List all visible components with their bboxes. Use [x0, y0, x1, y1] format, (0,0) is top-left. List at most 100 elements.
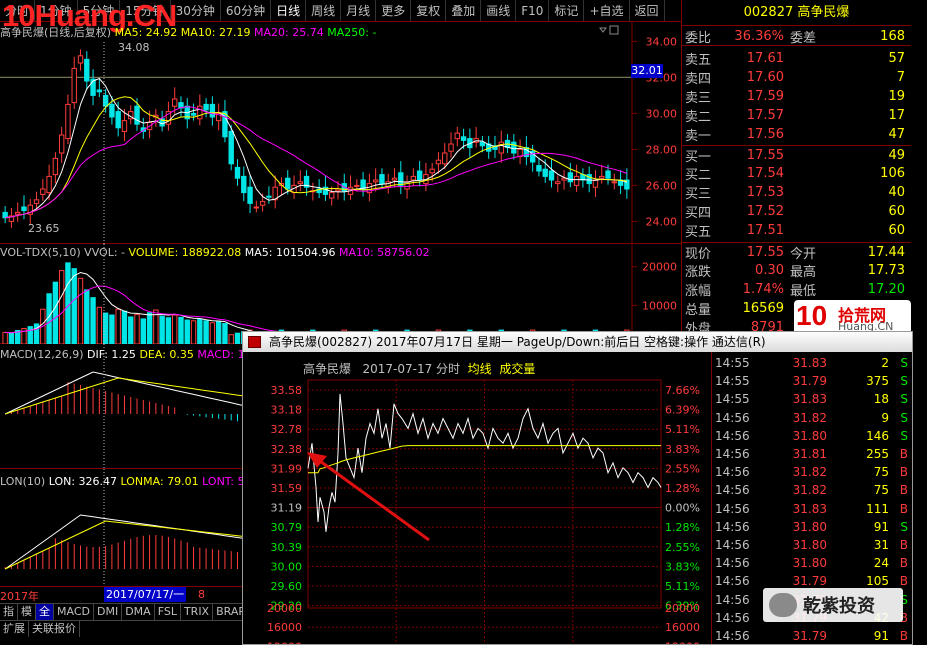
price-tick-label: 30.00: [271, 560, 303, 573]
pct-tick-label: 1.28%: [665, 482, 700, 495]
volume-bar: [115, 308, 121, 344]
ask-volume: 17: [888, 108, 905, 123]
indicator-tab-4[interactable]: DMI: [93, 604, 123, 620]
price-tick-label: 31.99: [271, 462, 303, 475]
volume-bar: [121, 310, 128, 344]
toolbar-item-10[interactable]: 复权: [411, 0, 447, 21]
stat-value-2: 17.73: [867, 263, 905, 278]
intraday-chart: 33.58 33.18 32.78 32.38 31.99 31.59 31.19 30.79…: [267, 379, 700, 644]
candle-body: [172, 98, 178, 107]
candle-body: [297, 181, 303, 185]
tick-price: 31.80: [792, 538, 827, 552]
tick-price: 31.83: [792, 392, 827, 407]
candle-body: [46, 175, 52, 194]
extra-tab-1[interactable]: 关联报价: [29, 621, 80, 637]
bid-price: 17.53: [746, 185, 784, 200]
stat-value: 1.74%: [742, 282, 784, 297]
lon-panel[interactable]: LON(10) LON: 326.47 LONMA: 79.01 LONT: 5: [0, 469, 242, 586]
tick-volume: 105: [866, 574, 889, 589]
volume-bar: [234, 332, 241, 344]
candle-body: [134, 105, 140, 125]
volume-bar: [58, 270, 65, 344]
tick-price: 31.79: [792, 574, 827, 589]
tick-volume: 91: [873, 629, 889, 643]
kline-panel[interactable]: 高争民爆(日线,后复权) MA5: 24.92 MA10: 27.19 MA20…: [0, 22, 681, 244]
volume-panel[interactable]: VOL-TDX(5,10) VVOL: - VOLUME: 188922.08 …: [0, 244, 681, 344]
candle-body: [542, 168, 548, 177]
ask-row: 卖五 17.61 57: [682, 49, 911, 68]
tick-row: 14:56 31.80 146 S: [713, 427, 912, 445]
candle-body: [33, 199, 40, 204]
volume-bar: [165, 317, 172, 344]
macd-panel[interactable]: MACD(12,26,9) DIF: 1.25 DEA: 0.35 MACD: …: [0, 344, 242, 469]
price-line: [307, 393, 662, 532]
tick-time: 14:55: [715, 356, 750, 370]
pct-tick-label: 3.83%: [665, 443, 700, 456]
candle-body: [247, 186, 253, 204]
tick-row: 14:56 31.80 31 B: [713, 536, 912, 554]
candle-body: [429, 168, 435, 174]
toolbar-item-4[interactable]: 30分钟: [171, 0, 221, 21]
vol-tick-label: 12000: [267, 640, 302, 644]
tick-price: 31.79: [792, 629, 827, 643]
toolbar-item-6[interactable]: 日线: [271, 0, 307, 21]
lon-chart: [4, 469, 242, 586]
volume-bar: [134, 314, 140, 344]
indicator-tab-2[interactable]: 全部: [36, 604, 54, 634]
volume-bar: [178, 316, 184, 344]
intraday-titlebar[interactable]: 高争民爆(002827) 2017年07月17日 星期一 PageUp/Down…: [243, 332, 912, 352]
volume-chart: 20000 10000: [2, 244, 677, 344]
candle-body: [410, 175, 417, 181]
dea-line: [4, 377, 242, 415]
tick-price: 31.80: [792, 556, 827, 571]
candle-body: [416, 170, 423, 181]
volume-bar: [215, 321, 222, 344]
candle-body: [228, 130, 234, 165]
tick-volume: 375: [866, 374, 889, 389]
bid-row: 买五 17.51 60: [682, 221, 911, 240]
intraday-window[interactable]: 高争民爆(002827) 2017年07月17日 星期一 PageUp/Down…: [242, 331, 913, 645]
tick-row: 14:56 31.83 111 B: [713, 500, 912, 518]
tick-time: 14:56: [715, 610, 750, 625]
toolbar-item-5[interactable]: 60分钟: [221, 0, 272, 21]
tick-flag: S: [900, 356, 908, 370]
tick-price: 31.82: [792, 465, 827, 480]
tick-time: 14:56: [715, 465, 750, 480]
vol-tick-label: 20000: [642, 261, 677, 274]
stat-label: 现价: [685, 246, 712, 262]
extra-tab-0[interactable]: 扩展: [0, 621, 29, 637]
toolbar-item-14[interactable]: 标记: [549, 0, 585, 21]
toolbar-item-13[interactable]: F10: [516, 0, 550, 21]
macd-chart: [4, 344, 242, 469]
stat-row: 涨跌 0.30 最高 17.73: [682, 261, 911, 280]
toolbar-item-11[interactable]: 叠加: [446, 0, 482, 21]
toolbar-item-12[interactable]: 画线: [481, 0, 517, 21]
indicator-tab-5[interactable]: DMA: [122, 604, 155, 620]
volume-bar: [159, 315, 165, 344]
stat-value-2: 17.20: [867, 282, 905, 297]
indicator-tab-7[interactable]: TRIX: [180, 604, 214, 620]
candle-body: [102, 94, 109, 107]
weibi-label: 委比: [685, 30, 712, 46]
tick-row: 14:56 31.80 24 B: [713, 554, 912, 572]
indicator-tab-0[interactable]: 指标: [0, 604, 18, 634]
toolbar-item-15[interactable]: +自选: [584, 0, 630, 21]
tick-time: 14:56: [715, 428, 750, 443]
quote-title: 002827 高争民爆: [682, 0, 911, 26]
candle-body: [611, 181, 617, 184]
candle-body: [435, 159, 442, 165]
tick-time: 14:56: [715, 592, 750, 607]
indicator-tab-6[interactable]: FSL: [154, 604, 181, 620]
toolbar-item-16[interactable]: 返回: [630, 0, 665, 21]
toolbar-item-8[interactable]: 月线: [341, 0, 377, 21]
indicator-tab-1[interactable]: 模板: [18, 604, 36, 634]
tick-time: 14:56: [715, 574, 750, 589]
price-tick-label: 26.00: [646, 179, 678, 192]
tick-row: 14:55 31.83 2 S: [713, 354, 912, 372]
candle-body: [398, 172, 404, 186]
toolbar-item-7[interactable]: 周线: [306, 0, 342, 21]
toolbar-item-9[interactable]: 更多: [376, 0, 412, 21]
volume-bar: [2, 331, 8, 344]
stat-label-2: 今开: [790, 246, 817, 262]
indicator-tab-3[interactable]: MACD: [54, 604, 94, 620]
